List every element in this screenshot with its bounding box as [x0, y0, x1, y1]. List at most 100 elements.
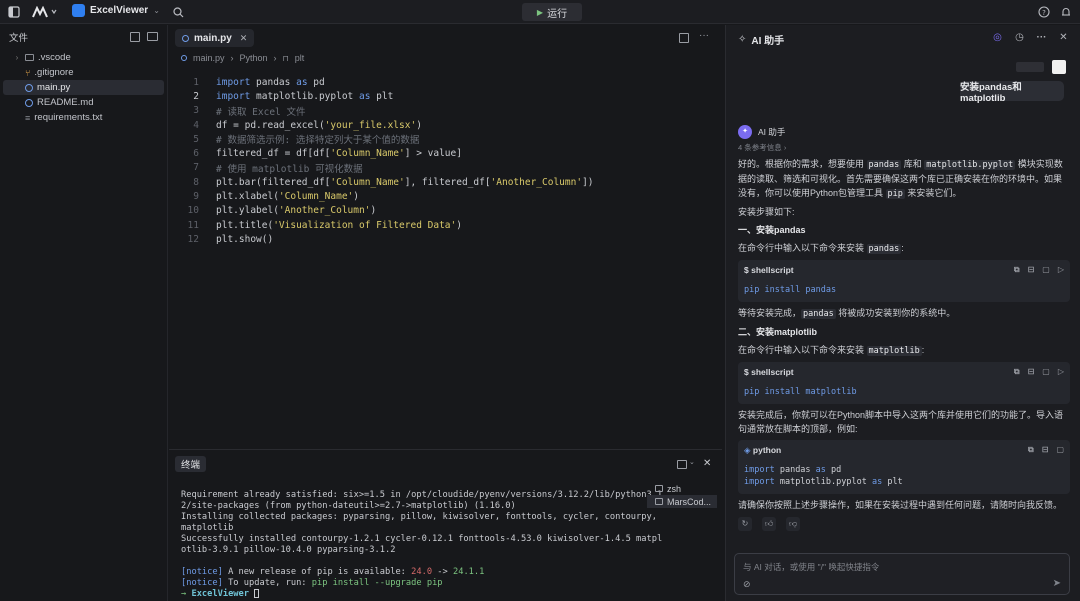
text-file-icon: ≡: [25, 112, 31, 123]
shell-command[interactable]: pip install matplotlib: [738, 382, 1070, 404]
regenerate-icon[interactable]: ↻: [738, 517, 752, 531]
code-line[interactable]: 10 plt.ylabel('Another_Column'): [169, 204, 714, 218]
run-icon[interactable]: ▷: [1058, 263, 1064, 277]
new-file-icon[interactable]: ▢: [1042, 263, 1050, 277]
thumbs-up-icon[interactable]: 👍︎: [762, 517, 776, 531]
search-icon[interactable]: [170, 4, 186, 20]
user-name-blurred: [1016, 62, 1044, 72]
code-line[interactable]: 5 # 数据筛选示例: 选择特定列大于某个值的数据: [169, 132, 714, 147]
split-editor-icon[interactable]: [679, 33, 689, 43]
terminal-session-zsh[interactable]: zsh: [647, 482, 717, 495]
line-content: plt.show(): [216, 233, 274, 245]
ai-avatar-icon: ✦: [738, 125, 752, 139]
marscode-logo-icon[interactable]: [30, 4, 60, 20]
project-switcher[interactable]: ExcelViewer ⌄: [72, 4, 160, 17]
code-editor: main.py ✕ ··· main.py › Python › ⊓ plt 1…: [169, 25, 887, 448]
code-line[interactable]: 3 # 读取 Excel 文件: [169, 104, 714, 118]
step1-after: 等待安装完成， pandas 将被成功安装到你的系统中。: [738, 308, 956, 319]
new-file-icon[interactable]: [130, 32, 140, 42]
shell-command[interactable]: pip install pandas: [738, 280, 1070, 302]
python-line: import pandas as pd: [744, 465, 842, 475]
copy-icon[interactable]: ⧉: [1014, 365, 1020, 379]
assistant-intro: 好的。根据你的需求，想要使用 pandas 库和 matplotlib.pypl…: [738, 159, 1063, 199]
ai-chat-input[interactable]: 与 AI 对话，或使用 "/" 唤起快捷指令 ⊘ ➤: [734, 553, 1070, 595]
insert-icon[interactable]: ⊟: [1028, 263, 1035, 277]
tree-item-requirements[interactable]: ≡ requirements.txt: [3, 110, 164, 125]
terminal-prompt[interactable]: → ExcelViewer: [181, 589, 641, 600]
user-message: 安装pandas和matplotlib: [960, 81, 1064, 104]
new-file-icon[interactable]: ▢: [1042, 365, 1050, 379]
code-block-shell: $ shellscript ⧉ ⊟ ▢ ▷ pip install pandas: [738, 260, 1070, 302]
chevron-right-icon: ›: [15, 53, 19, 62]
code-line[interactable]: 6 filtered_df = df[df['Column_Name'] > va…: [169, 146, 714, 160]
terminal-header: 终端 ⌄ ✕: [169, 450, 722, 478]
tree-item-gitignore[interactable]: ⑂ .gitignore: [3, 65, 164, 80]
line-number: 8: [193, 176, 199, 188]
help-icon[interactable]: ?: [1036, 4, 1052, 20]
code-line[interactable]: 12 plt.show(): [169, 232, 714, 246]
tree-item-main-py[interactable]: main.py: [3, 80, 164, 95]
prompt-arrow-icon: →: [181, 589, 187, 599]
assistant-name: AI 助手: [758, 127, 786, 137]
step1-text: 在命令行中输入以下命令来安装 pandas:: [738, 243, 904, 254]
attach-icon[interactable]: ⊘: [743, 579, 751, 590]
copy-icon[interactable]: ⧉: [1028, 443, 1034, 457]
run-button[interactable]: ▶ 运行: [522, 3, 582, 21]
line-content: plt.title('Visualization of Filtered Dat…: [216, 219, 462, 231]
insert-icon[interactable]: ⊟: [1042, 443, 1049, 457]
code-line[interactable]: 4 df = pd.read_excel('your_file.xlsx'): [169, 118, 714, 132]
close-icon[interactable]: ✕: [1057, 31, 1070, 44]
chevron-down-icon[interactable]: ⌄: [689, 458, 695, 466]
breadcrumb-file[interactable]: main.py: [193, 53, 225, 63]
python-file-icon: [25, 83, 33, 92]
new-folder-icon[interactable]: [147, 32, 158, 41]
copy-icon[interactable]: ⧉: [1014, 263, 1020, 277]
insert-icon[interactable]: ⊟: [1028, 365, 1035, 379]
breadcrumb-lang[interactable]: Python: [240, 53, 268, 63]
references-link[interactable]: 4 条参考信息 ›: [738, 141, 1070, 153]
run-icon[interactable]: ▷: [1058, 365, 1064, 379]
tab-main-py[interactable]: main.py ✕: [175, 29, 255, 47]
breadcrumb-symbol[interactable]: plt: [295, 53, 305, 63]
terminal-line: matplotlib: [181, 523, 234, 533]
thumbs-down-icon[interactable]: 👎︎: [786, 517, 800, 531]
more-icon[interactable]: ···: [699, 30, 709, 41]
tree-item-label: .gitignore: [34, 67, 74, 78]
code-line[interactable]: 8 plt.bar(filtered_df['Column_Name'], fil…: [169, 175, 714, 189]
more-icon[interactable]: ···: [1035, 31, 1048, 44]
closing-text: 请确保你按照上述步骤操作，如果在安装过程中遇到任何问题，请随时向我反馈。: [738, 500, 1063, 510]
step1-title: 一、安装pandas: [738, 225, 806, 235]
code-line[interactable]: 9 plt.xlabel('Column_Name'): [169, 189, 714, 203]
ide-window: ExcelViewer ⌄ ▶ 运行 ? 文件 › .vscode ⑂ .git…: [0, 0, 1080, 601]
code-line[interactable]: 11 plt.title('Visualization of Filtered D…: [169, 218, 714, 232]
tab-terminal[interactable]: 终端: [175, 456, 207, 472]
python-snippet[interactable]: import pandas as pd import matplotlib.py…: [738, 460, 1070, 494]
code-line[interactable]: 7 # 使用 matplotlib 可视化数据: [169, 161, 714, 175]
line-content: df = pd.read_excel('your_file.xlsx'): [216, 119, 422, 131]
tree-item-label: README.md: [37, 97, 94, 108]
terminal-session-marscode[interactable]: MarsCod...: [647, 495, 717, 508]
python-file-icon: [181, 55, 187, 61]
sidebar-toggle-icon[interactable]: [6, 4, 22, 20]
assistant-message: ✦ AI 助手 4 条参考信息 › 好的。根据你的需求，想要使用 pandas …: [738, 125, 1070, 531]
ai-input-placeholder: 与 AI 对话，或使用 "/" 唤起快捷指令: [743, 562, 880, 572]
ai-chat-icon[interactable]: ◎: [991, 31, 1004, 44]
terminal-output[interactable]: Requirement already satisfied: six>=1.5 …: [181, 490, 662, 600]
tree-item-readme[interactable]: README.md: [3, 95, 164, 110]
tree-item-vscode[interactable]: › .vscode: [3, 50, 164, 65]
close-icon[interactable]: ✕: [240, 33, 248, 44]
prompt-dir: ExcelViewer: [191, 589, 250, 599]
terminal-layout-icon[interactable]: [677, 460, 687, 469]
terminal-icon: [655, 485, 663, 492]
code-area[interactable]: 1 import pandas as pd 2 import matplotlib.p…: [169, 75, 714, 247]
tree-item-label: main.py: [37, 82, 71, 93]
line-number: 9: [193, 191, 199, 203]
send-icon[interactable]: ➤: [1053, 578, 1061, 589]
new-file-icon[interactable]: ▢: [1056, 443, 1064, 457]
close-panel-icon[interactable]: ✕: [703, 458, 711, 469]
notification-bell-icon[interactable]: [1058, 4, 1074, 20]
history-icon[interactable]: ◷: [1013, 31, 1026, 44]
code-line[interactable]: 2 import matplotlib.pyplot as plt: [169, 89, 714, 103]
ai-assistant-panel: ✧ AI 助手 ◎ ◷ ··· ✕ 安装pandas和matplotlib ✦ …: [725, 25, 1080, 601]
code-line[interactable]: 1 import pandas as pd: [169, 75, 714, 89]
